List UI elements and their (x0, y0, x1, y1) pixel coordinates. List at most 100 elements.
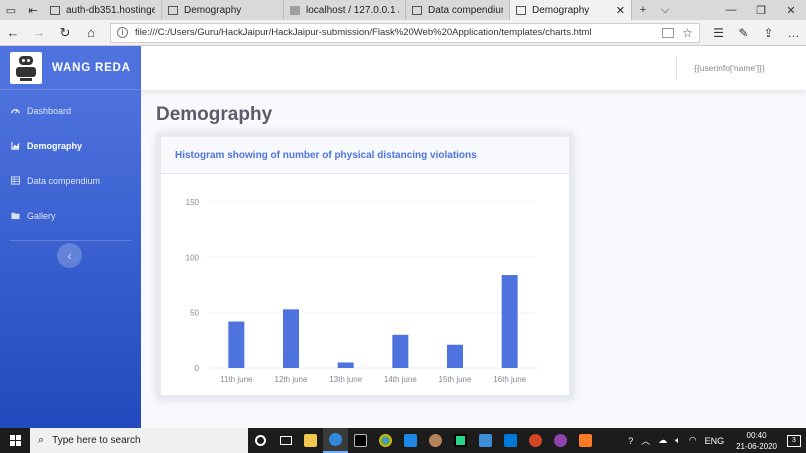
y-tick-label: 150 (186, 198, 200, 207)
clock-date: 21-06-2020 (736, 441, 777, 451)
tab-favicon-icon (290, 5, 300, 15)
sidebar-item-data-compendium[interactable]: Data compendium (0, 163, 141, 198)
sidebar-toggle-button[interactable]: ‹ (57, 243, 82, 268)
sidebar-item-label: Demography (27, 140, 83, 151)
x-tick-label: 16th june (493, 375, 526, 384)
topbar: {{userinfo['name']}} (141, 46, 806, 90)
help-icon[interactable]: ? (628, 436, 633, 446)
favorite-star-icon[interactable]: ☆ (682, 26, 693, 40)
new-tab-button[interactable]: + (632, 0, 654, 20)
search-placeholder: Type here to search (52, 435, 141, 446)
favorites-icon[interactable]: ☰ (706, 20, 731, 46)
url-text: file:///C:/Users/Guru/HackJaipur/HackJai… (135, 27, 592, 38)
task-view-icon[interactable] (273, 428, 298, 453)
x-tick-label: 11th june (220, 375, 253, 384)
minimize-icon[interactable]: — (716, 0, 746, 20)
bar[interactable] (337, 362, 354, 368)
system-tray: ? ︿ ☁ 🔈︎ ◠ ENG 00:40 21-06-2020 3 (624, 430, 806, 452)
xampp-icon[interactable] (573, 428, 598, 453)
area-chart-icon (11, 141, 20, 150)
tab-preview-icon[interactable]: ▭ (0, 0, 22, 20)
browser-tab-strip: ▭ ⇤ auth-db351.hostinger.com Demography … (0, 0, 806, 20)
cortana-icon[interactable] (248, 428, 273, 453)
tab-label: Data compendium (428, 4, 503, 16)
info-icon[interactable]: i (117, 27, 128, 38)
clock[interactable]: 00:40 21-06-2020 (736, 430, 777, 452)
card-header: Histogram showing of number of physical … (161, 137, 569, 174)
tabs-aside-icon[interactable]: ⇤ (22, 0, 44, 20)
tab-list-button[interactable]: ⌵ (654, 0, 676, 20)
user-name[interactable]: {{userinfo['name']}} (694, 63, 765, 73)
wifi-icon[interactable]: ◠ (689, 435, 697, 446)
volume-icon[interactable]: 🔈︎ (675, 435, 680, 446)
sidebar-item-label: Dashboard (27, 105, 72, 116)
chart-card: Histogram showing of number of physical … (157, 133, 573, 399)
close-tab-icon[interactable]: ✕ (616, 4, 625, 17)
sidebar-item-demography[interactable]: Demography (0, 128, 141, 163)
bar[interactable] (392, 334, 409, 368)
notification-center-icon[interactable]: 3 (787, 434, 801, 447)
x-tick-label: 13th june (329, 375, 362, 384)
topbar-divider (676, 56, 677, 80)
refresh-icon[interactable]: ↻ (52, 20, 78, 46)
reading-view-icon[interactable] (662, 27, 675, 38)
file-explorer-icon[interactable] (298, 428, 323, 453)
search-icon: ⌕ (38, 434, 45, 446)
browser-tab[interactable]: auth-db351.hostinger.com (44, 0, 162, 20)
powerpoint-icon[interactable] (523, 428, 548, 453)
browser-tools: ☰ ✎ ⇪ … (706, 20, 806, 46)
forward-icon[interactable]: → (26, 20, 52, 46)
brand-name: WANG REDA (52, 61, 131, 74)
card-title: Histogram showing of number of physical … (175, 149, 477, 161)
share-icon[interactable]: ⇪ (756, 20, 781, 46)
page-title: Demography (156, 104, 273, 125)
bar[interactable] (228, 321, 245, 368)
y-tick-label: 0 (195, 364, 200, 373)
home-icon[interactable]: ⌂ (78, 20, 104, 46)
browser-tab[interactable]: localhost / 127.0.0.1 / proj (284, 0, 406, 20)
tab-label: localhost / 127.0.0.1 / proj (306, 4, 399, 16)
tab-label: Demography (184, 4, 242, 16)
url-field[interactable]: i file:///C:/Users/Guru/HackJaipur/HackJ… (110, 22, 700, 43)
browser-tab[interactable]: Demography (162, 0, 284, 20)
sidebar: WANG REDA Dashboard Demography Data comp… (0, 46, 141, 428)
taskbar-search[interactable]: ⌕ Type here to search (30, 428, 248, 453)
more-icon[interactable]: … (781, 20, 806, 46)
sidebar-item-dashboard[interactable]: Dashboard (0, 93, 141, 128)
store-icon[interactable] (498, 428, 523, 453)
tab-favicon-icon (516, 5, 526, 15)
start-button[interactable] (0, 428, 30, 453)
chrome-icon[interactable] (373, 428, 398, 453)
bar[interactable] (283, 309, 299, 368)
pen-icon[interactable]: ✎ (731, 20, 756, 46)
vscode-icon[interactable] (398, 428, 423, 453)
restore-icon[interactable]: ❐ (746, 0, 776, 20)
cloud-icon[interactable]: ☁ (658, 435, 667, 446)
pycharm-icon[interactable] (448, 428, 473, 453)
bar[interactable] (447, 344, 463, 368)
app-icon[interactable] (473, 428, 498, 453)
sidebar-item-label: Data compendium (27, 175, 101, 186)
back-icon[interactable]: ← (0, 20, 26, 46)
browser-tab[interactable]: Data compendium (406, 0, 510, 20)
bar[interactable] (501, 275, 518, 368)
github-icon[interactable] (548, 428, 573, 453)
chevron-up-icon[interactable]: ︿ (641, 434, 650, 447)
table-icon (11, 176, 20, 185)
app-icon[interactable] (423, 428, 448, 453)
taskbar: ⌕ Type here to search ? ︿ ☁ 🔈︎ ◠ ENG 00:… (0, 428, 806, 453)
sidebar-item-gallery[interactable]: Gallery (0, 198, 141, 233)
x-tick-label: 14th june (384, 375, 417, 384)
sidebar-brand[interactable]: WANG REDA (0, 46, 141, 90)
edge-browser-icon[interactable] (323, 428, 348, 453)
tab-label: auth-db351.hostinger.com (66, 4, 155, 16)
browser-tab-active[interactable]: Demography ✕ (510, 0, 632, 20)
address-bar-row: ← → ↻ ⌂ i file:///C:/Users/Guru/HackJaip… (0, 20, 806, 46)
folder-icon (11, 212, 20, 220)
language-indicator[interactable]: ENG (705, 436, 725, 446)
terminal-icon[interactable] (348, 428, 373, 453)
close-window-icon[interactable]: ✕ (776, 0, 806, 20)
y-tick-label: 100 (186, 253, 200, 262)
robot-logo-icon (10, 51, 42, 84)
tab-favicon-icon (50, 5, 60, 15)
